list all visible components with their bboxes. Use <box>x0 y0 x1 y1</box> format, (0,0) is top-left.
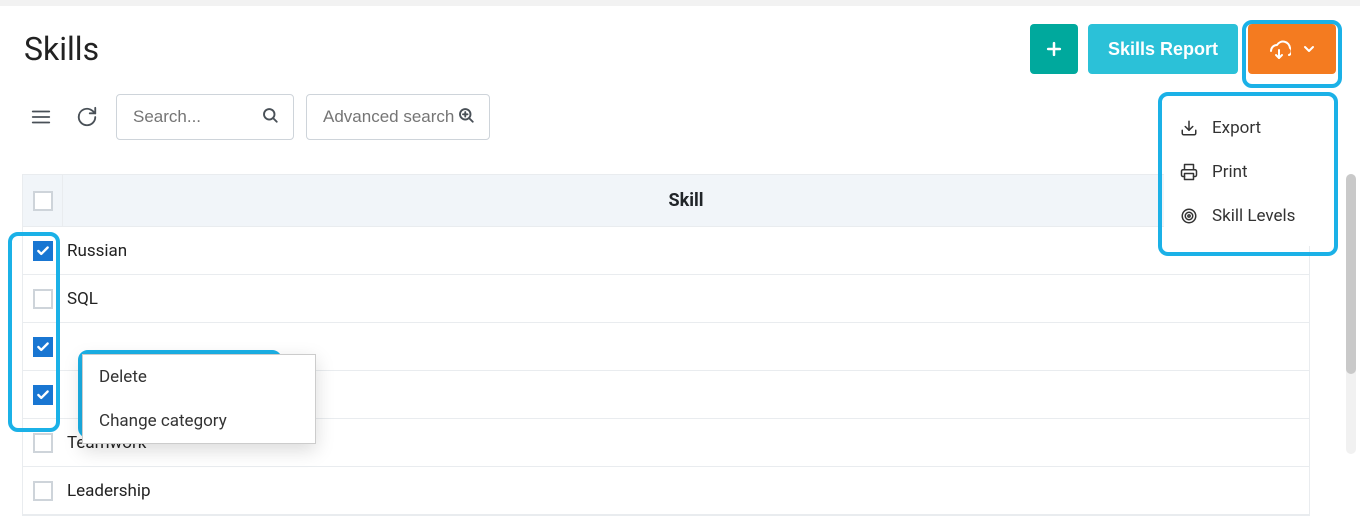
skill-cell: Russian <box>63 241 1309 261</box>
page-header: Skills Skills Report <box>24 24 1336 74</box>
row-checkbox[interactable] <box>33 289 53 309</box>
window-top-strip <box>0 0 1360 6</box>
context-item-change-category[interactable]: Change category <box>83 399 315 443</box>
context-item-label: Change category <box>99 411 227 431</box>
table-row[interactable]: Russian <box>23 227 1309 275</box>
header-actions: Skills Report <box>1030 24 1336 74</box>
skills-table: Skill Russian SQL Teamwork Leadership <box>22 174 1310 516</box>
advanced-search-input[interactable] <box>321 106 457 128</box>
search-box[interactable] <box>116 94 294 140</box>
plus-icon <box>1044 39 1064 59</box>
cloud-sync-icon <box>1267 37 1291 61</box>
chevron-down-icon <box>1301 41 1317 57</box>
dropdown-item-skill-levels[interactable]: Skill Levels <box>1164 194 1332 238</box>
dropdown-item-label: Print <box>1212 162 1248 182</box>
more-actions-dropdown: Export Print Skill Levels <box>1164 98 1332 246</box>
table-row[interactable]: SQL <box>23 275 1309 323</box>
refresh-button[interactable] <box>70 100 104 134</box>
page-title: Skills <box>24 30 99 68</box>
skills-report-label: Skills Report <box>1108 39 1218 60</box>
dropdown-item-print[interactable]: Print <box>1164 150 1332 194</box>
select-all-checkbox[interactable] <box>33 191 53 211</box>
row-checkbox[interactable] <box>33 337 53 357</box>
row-context-menu: Delete Change category <box>82 354 316 444</box>
advanced-search-icon[interactable] <box>457 106 475 128</box>
column-header-skill[interactable]: Skill <box>63 190 1309 211</box>
row-checkbox[interactable] <box>33 385 53 405</box>
download-icon <box>1180 119 1198 137</box>
advanced-search-box[interactable] <box>306 94 490 140</box>
dropdown-item-export[interactable]: Export <box>1164 106 1332 150</box>
context-item-delete[interactable]: Delete <box>83 355 315 399</box>
add-button[interactable] <box>1030 24 1078 74</box>
row-checkbox[interactable] <box>33 241 53 261</box>
row-checkbox[interactable] <box>33 481 53 501</box>
context-item-label: Delete <box>99 367 147 387</box>
hamburger-icon <box>30 106 52 128</box>
print-icon <box>1180 163 1198 181</box>
dropdown-item-label: Export <box>1212 118 1261 138</box>
scroll-thumb[interactable] <box>1346 174 1356 374</box>
skills-report-button[interactable]: Skills Report <box>1088 24 1238 74</box>
vertical-scrollbar[interactable] <box>1346 174 1356 454</box>
table-header: Skill <box>23 175 1309 227</box>
target-icon <box>1180 207 1198 225</box>
table-row[interactable]: Leadership <box>23 467 1309 515</box>
toolbar <box>24 94 490 140</box>
skill-cell: Leadership <box>63 481 1309 501</box>
search-input[interactable] <box>131 106 261 128</box>
header-checkbox-cell <box>23 175 63 226</box>
row-checkbox[interactable] <box>33 433 53 453</box>
search-icon[interactable] <box>261 106 279 128</box>
more-actions-button[interactable] <box>1248 24 1336 74</box>
dropdown-item-label: Skill Levels <box>1212 206 1295 226</box>
menu-button[interactable] <box>24 100 58 134</box>
refresh-icon <box>76 106 98 128</box>
skill-cell: SQL <box>63 289 1309 309</box>
